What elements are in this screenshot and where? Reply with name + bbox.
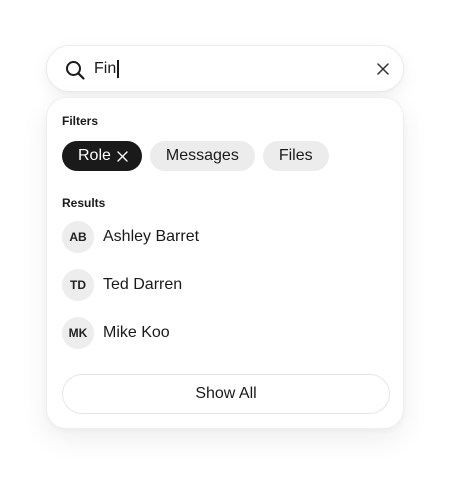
avatar: AB [62, 221, 94, 253]
close-icon[interactable] [376, 62, 390, 76]
filter-chips: Role Messages Files [62, 141, 329, 171]
text-caret [117, 60, 119, 78]
avatar: MK [62, 317, 94, 349]
search-results-panel: Filters Role Messages Files Results AB A… [46, 97, 404, 429]
filter-chip-messages[interactable]: Messages [149, 141, 255, 171]
avatar: TD [62, 269, 94, 301]
result-name: Mike Koo [103, 324, 170, 341]
filter-chip-label: Messages [165, 147, 239, 164]
filters-label: Filters [62, 114, 99, 128]
filter-chip-files[interactable]: Files [262, 141, 329, 171]
list-item[interactable]: AB Ashley Barret [62, 221, 388, 253]
close-icon[interactable] [117, 150, 128, 162]
list-item[interactable]: MK Mike Koo [62, 317, 388, 349]
list-item[interactable]: TD Ted Darren [62, 269, 388, 301]
search-bar[interactable]: Fin [46, 45, 404, 92]
search-input[interactable]: Fin [94, 57, 364, 81]
results-label: Results [62, 196, 106, 210]
search-icon [66, 61, 85, 80]
result-name: Ted Darren [103, 276, 183, 293]
result-list: AB Ashley Barret TD Ted Darren MK Mike K… [62, 221, 388, 365]
filter-chip-label: Files [278, 147, 313, 164]
result-name: Ashley Barret [103, 228, 200, 245]
filter-chip-role[interactable]: Role [62, 141, 142, 171]
filter-chip-label: Role [78, 147, 111, 164]
search-input-value: Fin [94, 60, 117, 77]
show-all-button[interactable]: Show All [62, 374, 390, 414]
